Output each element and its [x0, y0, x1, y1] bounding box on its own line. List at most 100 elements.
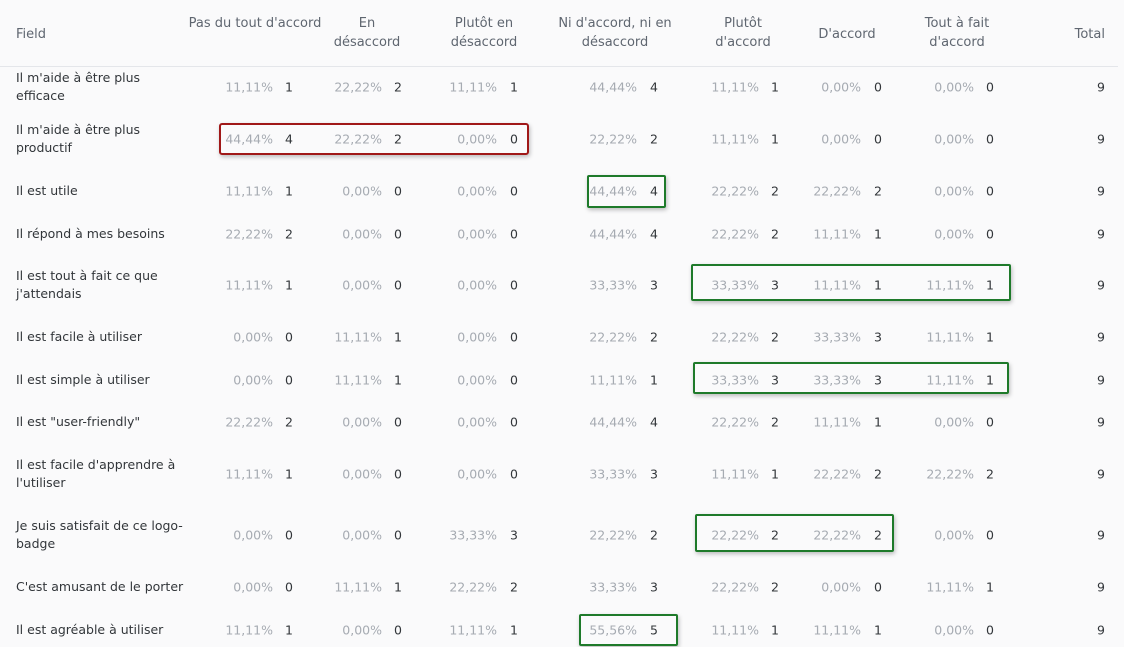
cell-count: 2	[285, 226, 293, 242]
cell-percent: 0,00%	[342, 226, 382, 242]
cell-count: 4	[650, 79, 658, 95]
cell-percent: 55,56%	[589, 622, 637, 638]
cell-count: 0	[510, 131, 518, 147]
column-header-field[interactable]: Field	[16, 25, 116, 44]
cell-percent: 11,11%	[711, 79, 759, 95]
column-header-4[interactable]: Ni d'accord, ni en désaccord	[550, 14, 680, 52]
cell-count: 3	[650, 277, 658, 293]
cell-percent: 11,11%	[813, 414, 861, 430]
row-total: 9	[1097, 527, 1105, 543]
cell-percent: 11,11%	[813, 277, 861, 293]
cell-count: 2	[771, 329, 779, 345]
cell-percent: 22,22%	[225, 226, 273, 242]
cell-percent: 0,00%	[457, 277, 497, 293]
cell-percent: 33,33%	[589, 579, 637, 595]
cell-count: 1	[986, 277, 994, 293]
row-total: 9	[1097, 579, 1105, 595]
cell-count: 0	[510, 466, 518, 482]
cell-count: 0	[285, 329, 293, 345]
cell-count: 2	[986, 466, 994, 482]
cell-count: 1	[986, 372, 994, 388]
cell-count: 2	[650, 329, 658, 345]
cell-percent: 22,22%	[711, 527, 759, 543]
cell-percent: 44,44%	[225, 131, 273, 147]
cell-percent: 11,11%	[926, 329, 974, 345]
cell-percent: 22,22%	[813, 527, 861, 543]
cell-percent: 11,11%	[589, 372, 637, 388]
cell-percent: 11,11%	[225, 183, 273, 199]
cell-count: 2	[285, 414, 293, 430]
row-label: Il est utile	[16, 183, 78, 198]
cell-count: 1	[285, 466, 293, 482]
cell-percent: 22,22%	[711, 329, 759, 345]
cell-percent: 22,22%	[711, 579, 759, 595]
cell-percent: 22,22%	[589, 527, 637, 543]
column-header-6[interactable]: D'accord	[772, 25, 922, 44]
cell-percent: 22,22%	[589, 329, 637, 345]
cell-count: 0	[285, 527, 293, 543]
cell-count: 3	[650, 466, 658, 482]
cell-count: 2	[771, 527, 779, 543]
row-total: 9	[1097, 226, 1105, 242]
cell-percent: 33,33%	[711, 277, 759, 293]
cell-percent: 0,00%	[233, 329, 273, 345]
column-header-total[interactable]: Total	[1045, 25, 1105, 44]
cell-count: 1	[874, 277, 882, 293]
cell-percent: 11,11%	[225, 79, 273, 95]
cell-count: 1	[650, 372, 658, 388]
cell-count: 2	[771, 414, 779, 430]
cell-count: 0	[986, 622, 994, 638]
cell-percent: 22,22%	[926, 466, 974, 482]
cell-count: 1	[285, 622, 293, 638]
cell-percent: 0,00%	[821, 131, 861, 147]
cell-percent: 0,00%	[934, 131, 974, 147]
cell-count: 2	[650, 131, 658, 147]
cell-count: 0	[510, 183, 518, 199]
cell-count: 2	[510, 579, 518, 595]
cell-count: 4	[285, 131, 293, 147]
cell-count: 5	[650, 622, 658, 638]
cell-count: 1	[394, 579, 402, 595]
cell-count: 0	[510, 277, 518, 293]
cell-percent: 22,22%	[334, 131, 382, 147]
cell-count: 1	[285, 277, 293, 293]
cell-count: 1	[986, 329, 994, 345]
cell-count: 0	[510, 329, 518, 345]
cell-percent: 0,00%	[457, 226, 497, 242]
cell-count: 1	[771, 622, 779, 638]
cell-percent: 11,11%	[711, 131, 759, 147]
column-header-7[interactable]: Tout à fait d'accord	[912, 14, 1002, 52]
cell-count: 3	[874, 329, 882, 345]
cell-count: 1	[285, 79, 293, 95]
cell-count: 2	[771, 183, 779, 199]
table-header: Field Pas du tout d'accord En désaccord Plu…	[0, 0, 1118, 67]
column-header-2[interactable]: En désaccord	[327, 14, 407, 52]
cell-percent: 44,44%	[589, 414, 637, 430]
cell-count: 4	[650, 414, 658, 430]
cell-count: 0	[986, 527, 994, 543]
cell-percent: 22,22%	[225, 414, 273, 430]
column-header-3[interactable]: Plutôt en désaccord	[439, 14, 529, 52]
cell-count: 1	[394, 329, 402, 345]
cell-percent: 11,11%	[334, 329, 382, 345]
row-label: Il est agréable à utiliser	[16, 622, 164, 637]
column-header-1[interactable]: Pas du tout d'accord	[180, 14, 330, 33]
cell-percent: 0,00%	[821, 579, 861, 595]
cell-count: 3	[874, 372, 882, 388]
cell-percent: 33,33%	[813, 329, 861, 345]
row-label: Il est "user-friendly"	[16, 414, 141, 429]
cell-count: 0	[986, 79, 994, 95]
cell-count: 2	[874, 183, 882, 199]
cell-percent: 0,00%	[934, 183, 974, 199]
cell-count: 0	[394, 622, 402, 638]
cell-percent: 33,33%	[813, 372, 861, 388]
cell-count: 1	[510, 79, 518, 95]
cell-count: 0	[874, 579, 882, 595]
cell-count: 0	[394, 527, 402, 543]
row-total: 9	[1097, 466, 1105, 482]
cell-percent: 0,00%	[934, 226, 974, 242]
row-total: 9	[1097, 329, 1105, 345]
cell-percent: 11,11%	[225, 277, 273, 293]
cell-percent: 22,22%	[589, 131, 637, 147]
cell-percent: 33,33%	[711, 372, 759, 388]
